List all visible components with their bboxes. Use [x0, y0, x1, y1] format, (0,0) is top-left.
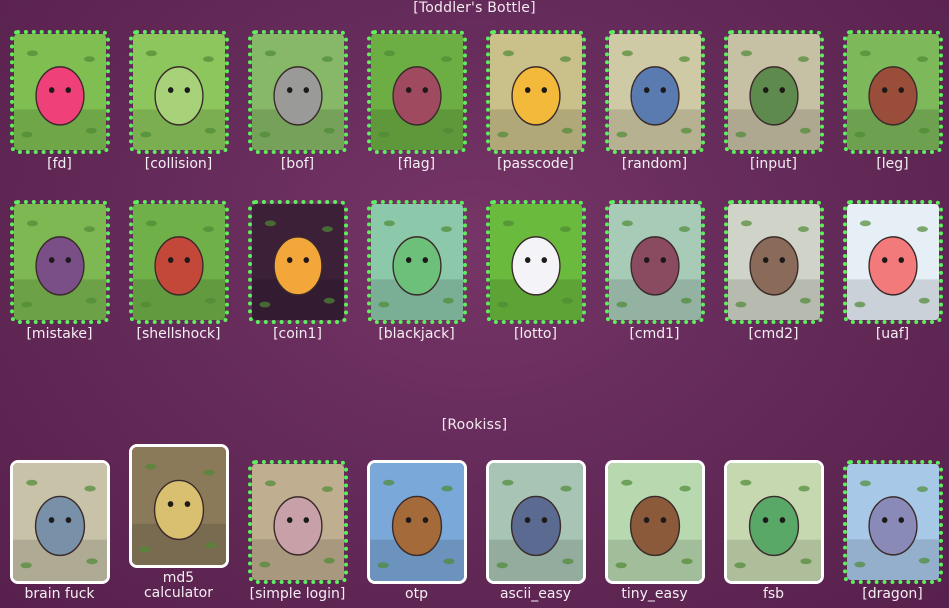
golden-idol-icon[interactable] [128, 444, 229, 568]
challenge-label[interactable]: [simple login] [238, 587, 357, 602]
dragon-icon[interactable] [842, 460, 943, 584]
knight-girl-icon[interactable] [485, 460, 586, 584]
challenge-label[interactable]: [shellshock] [119, 327, 238, 342]
challenge-card[interactable]: [cmd1] [595, 200, 714, 342]
challenge-label[interactable]: [blackjack] [357, 327, 476, 342]
challenge-card[interactable]: tiny_easy [595, 460, 714, 602]
challenge-card[interactable]: ascii_easy [476, 460, 595, 602]
challenge-label[interactable]: otp [357, 587, 476, 602]
challenge-label[interactable]: fsb [714, 587, 833, 602]
toddler-challenge-row-1: [fd] [collision] [bof] [flag] [passcode] [ran… [0, 30, 949, 172]
challenge-label[interactable]: [uaf] [833, 327, 949, 342]
section-title-rookiss: [Rookiss] [441, 417, 508, 433]
challenge-card[interactable]: [shellshock] [119, 200, 238, 342]
challenge-label[interactable]: brain fuck [0, 587, 119, 602]
toddler-challenge-row-2: [mistake] [shellshock] [coin1] [blackjack][… [0, 200, 949, 342]
challenge-card[interactable]: [collision] [119, 30, 238, 172]
mushroom-girl-icon[interactable] [604, 200, 705, 324]
challenge-card[interactable]: fsb [714, 460, 833, 602]
challenge-card[interactable]: [coin1] [238, 200, 357, 342]
rookiss-challenge-row: brain fuck md5 calculator [simple login] ot… [0, 444, 949, 602]
challenge-card[interactable]: [simple login] [238, 460, 357, 602]
challenge-label[interactable]: [passcode] [476, 157, 595, 172]
rabbit-icon[interactable] [485, 200, 586, 324]
challenge-label[interactable]: [collision] [119, 157, 238, 172]
challenge-card[interactable]: [input] [714, 30, 833, 172]
snail-girl-icon[interactable] [247, 460, 348, 584]
eyeball-creature-icon[interactable] [366, 460, 467, 584]
zombie-icon[interactable] [9, 460, 110, 584]
challenge-card[interactable]: [uaf] [833, 200, 949, 342]
challenge-label[interactable]: [cmd1] [595, 327, 714, 342]
grasshopper-icon[interactable] [723, 30, 824, 154]
challenge-label[interactable]: [mistake] [0, 327, 119, 342]
challenge-label[interactable]: [cmd2] [714, 327, 833, 342]
challenge-card[interactable]: [flag] [357, 30, 476, 172]
challenge-label[interactable]: [coin1] [238, 327, 357, 342]
challenge-card[interactable]: [lotto] [476, 200, 595, 342]
monkey-icon[interactable] [9, 200, 110, 324]
challenge-card[interactable]: [random] [595, 30, 714, 172]
challenge-label[interactable]: tiny_easy [595, 587, 714, 602]
challenge-label[interactable]: [input] [714, 157, 833, 172]
pink-slime-icon[interactable] [9, 30, 110, 154]
challenge-label[interactable]: [flag] [357, 157, 476, 172]
challenge-label[interactable]: md5 calculator [144, 571, 214, 601]
caterpillar-icon[interactable] [128, 30, 229, 154]
wolf-icon[interactable] [604, 30, 705, 154]
challenge-card[interactable]: [fd] [0, 30, 119, 172]
challenge-card[interactable]: [blackjack] [357, 200, 476, 342]
snake-icon[interactable] [723, 460, 824, 584]
challenge-label[interactable]: [bof] [238, 157, 357, 172]
challenge-card[interactable]: [dragon] [833, 460, 949, 602]
challenge-label[interactable]: [fd] [0, 157, 119, 172]
beetle-icon[interactable] [604, 460, 705, 584]
cocoon-icon[interactable] [366, 30, 467, 154]
challenge-label[interactable]: [lotto] [476, 327, 595, 342]
challenge-card[interactable]: [mistake] [0, 200, 119, 342]
challenge-label[interactable]: [dragon] [833, 587, 949, 602]
challenge-card[interactable]: [bof] [238, 30, 357, 172]
pink-blob-icon[interactable] [842, 200, 943, 324]
chick-icon[interactable] [485, 30, 586, 154]
challenge-card[interactable]: otp [357, 460, 476, 602]
challenge-card[interactable]: [passcode] [476, 30, 595, 172]
section-title-toddlers-bottle: [Toddler's Bottle] [413, 0, 536, 16]
challenge-label[interactable]: [random] [595, 157, 714, 172]
challenge-card[interactable]: md5 calculator [119, 444, 238, 601]
challenge-label[interactable]: ascii_easy [476, 587, 595, 602]
bear-icon[interactable] [842, 30, 943, 154]
raccoon-icon[interactable] [247, 30, 348, 154]
challenge-card[interactable]: [cmd2] [714, 200, 833, 342]
pumpkin-ghost-icon[interactable] [247, 200, 348, 324]
shell-creature-icon[interactable] [723, 200, 824, 324]
flytrap-icon[interactable] [128, 200, 229, 324]
challenge-card[interactable]: brain fuck [0, 460, 119, 602]
lizard-icon[interactable] [366, 200, 467, 324]
challenge-label[interactable]: [leg] [833, 157, 949, 172]
challenge-card[interactable]: [leg] [833, 30, 949, 172]
